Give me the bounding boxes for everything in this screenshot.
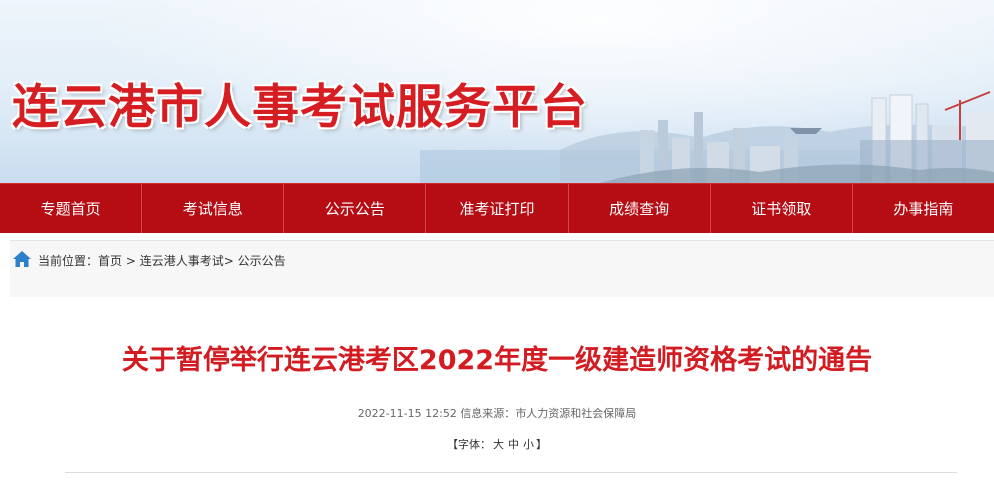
breadcrumb-section-link[interactable]: 连云港人事考试 [140, 254, 224, 268]
breadcrumb-prefix: 当前位置： [38, 254, 99, 268]
breadcrumb-current-link[interactable]: 公示公告 [238, 254, 286, 268]
nav-item-score-query[interactable]: 成绩查询 [569, 184, 711, 233]
font-size-large-button[interactable]: 大 [493, 438, 504, 451]
article-source-label: 信息来源： [460, 407, 516, 420]
nav-item-exam-info[interactable]: 考试信息 [142, 184, 285, 233]
article-meta: 2022-11-15 12:52 信息来源：市人力资源和社会保障局 [0, 405, 994, 421]
breadcrumb-separator: > [122, 254, 140, 268]
nav-item-admission-ticket[interactable]: 准考证打印 [426, 184, 569, 233]
breadcrumb-separator: > [223, 254, 238, 268]
main-nav: 专题首页 考试信息 公示公告 准考证打印 成绩查询 证书领取 办事指南 [0, 183, 994, 233]
nav-item-guide[interactable]: 办事指南 [853, 184, 994, 233]
nav-item-topic-home[interactable]: 专题首页 [0, 184, 143, 233]
font-size-open: 【字体： [447, 438, 491, 451]
content-divider [65, 472, 957, 473]
header-banner: 连云港市人事考试服务平台 [0, 0, 994, 183]
article-source: 市人力资源和社会保障局 [515, 407, 637, 420]
font-size-small-button[interactable]: 小 [523, 438, 534, 451]
breadcrumb-trail: 当前位置：首页 > 连云港人事考试> 公示公告 [38, 252, 286, 269]
font-size-selector: 【字体：大中小】 [0, 436, 994, 452]
site-title: 连云港市人事考试服务平台 [12, 80, 588, 135]
nav-item-certificate[interactable]: 证书领取 [711, 184, 853, 233]
font-size-medium-button[interactable]: 中 [508, 438, 519, 451]
article-title: 关于暂停举行连云港考区2022年度一级建造师资格考试的通告 [121, 345, 873, 376]
nav-item-announcements[interactable]: 公示公告 [284, 184, 427, 233]
font-size-close: 】 [536, 438, 547, 451]
breadcrumb: 当前位置：首页 > 连云港人事考试> 公示公告 [10, 240, 994, 297]
article-datetime: 2022-11-15 12:52 [357, 407, 457, 420]
home-icon [13, 251, 31, 267]
breadcrumb-home-link[interactable]: 首页 [98, 254, 122, 268]
